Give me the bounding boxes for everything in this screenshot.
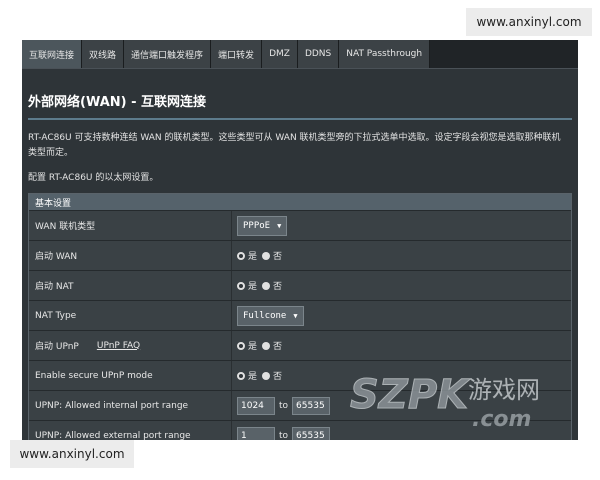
radio-yes-label: 是 <box>248 372 258 382</box>
watermark-top: www.anxinyl.com <box>466 8 592 36</box>
enable-wan-row: 启动 WAN 是 否 <box>29 240 571 270</box>
external-port-range-label: UPNP: Allowed external port range <box>29 421 232 440</box>
internal-port-to-input[interactable]: 65535 <box>292 396 331 415</box>
tab-dual-wan[interactable]: 双线路 <box>82 40 125 68</box>
enable-nat-row: 启动 NAT 是 否 <box>29 270 571 300</box>
secure-upnp-radio-group: 是 否 <box>237 369 287 382</box>
range-to-label: to <box>279 430 289 441</box>
tab-nat-passthrough[interactable]: NAT Passthrough <box>339 40 431 68</box>
secure-upnp-yes-radio[interactable] <box>237 371 245 380</box>
upnp-faq-link[interactable]: UPnP FAQ <box>97 341 140 351</box>
enable-upnp-radio-group: 是 否 <box>237 339 287 352</box>
enable-nat-label: 启动 NAT <box>29 271 232 300</box>
radio-yes-label: 是 <box>248 342 258 352</box>
page-description: RT-AC86U 可支持数种连结 WAN 的联机类型。这些类型可从 WAN 联机… <box>28 133 561 158</box>
enable-upnp-no-radio[interactable] <box>262 341 271 350</box>
enable-wan-label: 启动 WAN <box>29 241 232 270</box>
tab-port-trigger[interactable]: 通信端口触发程序 <box>124 40 212 68</box>
radio-yes-label: 是 <box>248 282 258 292</box>
enable-upnp-yes-radio[interactable] <box>237 341 245 350</box>
internal-port-from-input[interactable]: 1024 <box>237 396 275 415</box>
watermark-bottom: www.anxinyl.com <box>10 440 134 468</box>
radio-no-label: 否 <box>273 372 283 382</box>
enable-wan-yes-radio[interactable] <box>237 251 245 260</box>
logo-cn-text: 游戏网 <box>468 376 540 404</box>
title-divider <box>28 118 572 120</box>
upnp-label-text: 启动 UPnP <box>35 342 79 352</box>
external-port-from-input[interactable]: 1 <box>237 426 275 440</box>
logo-domain-text: .com <box>472 407 531 430</box>
dropdown-arrow-icon: ▼ <box>293 311 298 320</box>
secure-upnp-no-radio[interactable] <box>262 371 271 380</box>
szpk-watermark-logo: SZPK 游戏网 .com <box>350 372 540 431</box>
nat-type-value: Fullcone <box>243 310 287 321</box>
radio-no-label: 否 <box>273 342 283 352</box>
enable-nat-yes-radio[interactable] <box>237 281 245 290</box>
wan-type-select[interactable]: PPPoE ▼ <box>237 215 288 236</box>
tab-dmz[interactable]: DMZ <box>262 40 298 68</box>
tab-port-forwarding[interactable]: 端口转发 <box>211 40 263 68</box>
logo-main-text: SZPK <box>350 372 471 418</box>
enable-wan-radio-group: 是 否 <box>237 249 287 262</box>
wan-type-label: WAN 联机类型 <box>29 211 232 240</box>
tab-bar: 互联网连接 双线路 通信端口触发程序 端口转发 DMZ DDNS NAT Pas… <box>22 40 578 69</box>
tab-bar-filler <box>430 40 578 68</box>
nat-type-select[interactable]: Fullcone ▼ <box>237 305 304 326</box>
internal-port-range-label: UPNP: Allowed internal port range <box>29 391 232 420</box>
wan-type-row: WAN 联机类型 PPPoE ▼ <box>29 210 571 240</box>
nat-type-label: NAT Type <box>29 301 232 330</box>
section-title: 基本设置 <box>29 194 571 210</box>
range-to-label: to <box>279 400 289 411</box>
radio-no-label: 否 <box>273 252 283 262</box>
tab-internet-connection[interactable]: 互联网连接 <box>22 40 83 68</box>
nat-type-row: NAT Type Fullcone ▼ <box>29 300 571 330</box>
dropdown-arrow-icon: ▼ <box>277 221 282 230</box>
router-settings-panel: 互联网连接 双线路 通信端口触发程序 端口转发 DMZ DDNS NAT Pas… <box>22 40 578 440</box>
tab-ddns[interactable]: DDNS <box>297 40 340 68</box>
enable-upnp-row: 启动 UPnP UPnP FAQ 是 否 <box>29 330 571 360</box>
radio-no-label: 否 <box>273 282 283 292</box>
enable-upnp-label: 启动 UPnP UPnP FAQ <box>29 331 232 360</box>
enable-nat-radio-group: 是 否 <box>237 279 287 292</box>
config-text: 配置 RT-AC86U 的以太网设置。 <box>28 173 159 183</box>
secure-upnp-label: Enable secure UPnP mode <box>29 361 232 390</box>
enable-wan-no-radio[interactable] <box>262 251 271 260</box>
external-port-to-input[interactable]: 65535 <box>292 426 331 440</box>
enable-nat-no-radio[interactable] <box>262 281 271 290</box>
wan-type-value: PPPoE <box>243 220 271 231</box>
page-title: 外部网络(WAN) - 互联网连接 <box>28 95 207 110</box>
radio-yes-label: 是 <box>248 252 258 262</box>
